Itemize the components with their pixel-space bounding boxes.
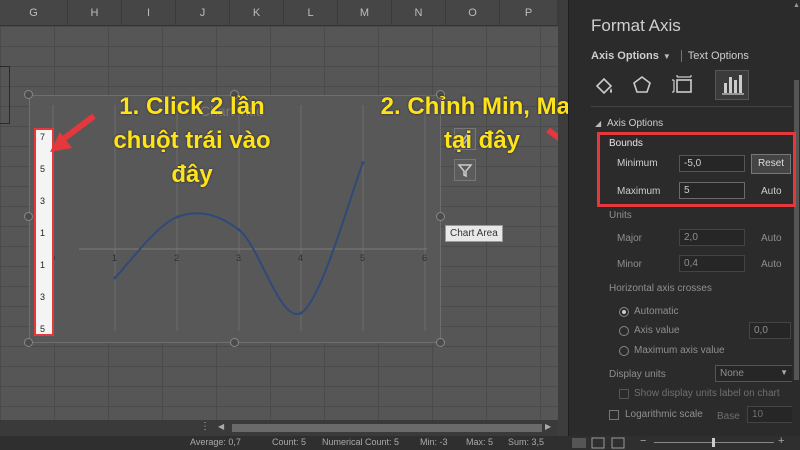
automatic-label[interactable]: Automatic: [634, 306, 678, 317]
major-label: Major: [617, 233, 643, 244]
pane-scrollbar[interactable]: ▲: [792, 0, 800, 436]
zoom-in-button[interactable]: +: [778, 435, 784, 447]
radio-maximum-axis-value[interactable]: [619, 346, 629, 356]
base-input[interactable]: 10: [747, 406, 793, 423]
tab-divider: [680, 50, 682, 63]
status-bar: Average: 0,7 Count: 5 Numerical Count: 5…: [0, 435, 800, 450]
pane-tabs: Axis Options ▼ Text Options: [591, 50, 749, 63]
scroll-right-arrow[interactable]: ▶: [545, 422, 551, 431]
annotation-line: 1. Click 2 lần: [119, 93, 265, 120]
scroll-left-arrow[interactable]: ◀: [218, 422, 224, 431]
split-handle[interactable]: ⋮: [200, 421, 210, 432]
display-units-value: None: [720, 368, 744, 379]
status-count: Count: 5: [272, 437, 307, 447]
logarithmic-scale-label[interactable]: Logarithmic scale: [625, 409, 703, 420]
logarithmic-scale-checkbox[interactable]: [609, 410, 619, 420]
fill-line-icon[interactable]: [591, 72, 617, 98]
axis-value-input[interactable]: 0,0: [749, 322, 791, 339]
axis-options-tab-active[interactable]: [715, 70, 749, 100]
bounds-highlight-box: [597, 132, 796, 207]
collapse-triangle-icon[interactable]: ◢: [595, 119, 601, 128]
minor-label: Minor: [617, 259, 643, 270]
status-average: Average: 0,7: [190, 437, 241, 447]
scroll-up-arrow[interactable]: ▲: [793, 2, 800, 9]
pentagon-effects-icon[interactable]: [629, 72, 655, 98]
show-units-label-text[interactable]: Show display units label on chart: [634, 388, 780, 399]
zoom-out-button[interactable]: −: [640, 435, 646, 447]
tab-text-options[interactable]: Text Options: [688, 50, 749, 62]
view-buttons: [572, 437, 625, 449]
status-min: Min: -3: [420, 437, 448, 447]
maximum-axis-value-label[interactable]: Maximum axis value: [634, 345, 725, 356]
minor-unit-input[interactable]: 0,4: [679, 255, 745, 272]
minor-auto-button[interactable]: Auto: [761, 259, 782, 270]
annotation-line: đây: [171, 161, 213, 188]
pane-title: Format Axis: [591, 16, 681, 35]
spreadsheet-area[interactable]: G H I J K L M N O P Chart Title 0123456 …: [0, 0, 558, 450]
major-auto-button[interactable]: Auto: [761, 233, 782, 244]
display-units-select[interactable]: None ▼: [715, 365, 793, 382]
size-properties-icon[interactable]: [671, 72, 697, 98]
units-header: Units: [609, 210, 632, 221]
zoom-slider-thumb[interactable]: [712, 438, 715, 447]
status-numerical-count: Numerical Count: 5: [322, 437, 400, 447]
annotation-arrows: [50, 113, 558, 152]
section-divider: [591, 106, 797, 107]
crosses-header: Horizontal axis crosses: [609, 283, 712, 294]
status-max: Max: 5: [466, 437, 494, 447]
radio-automatic[interactable]: [619, 307, 629, 317]
chevron-down-icon[interactable]: ▼: [663, 52, 671, 61]
display-units-label: Display units: [609, 369, 666, 380]
format-axis-pane[interactable]: Format Axis Axis Options ▼ Text Options ◢ …: [568, 0, 800, 436]
annotation-click-axis: 1. Click 2 lần chuột trái vào đây: [92, 90, 292, 192]
annotation-line: chuột trái vào: [113, 127, 271, 154]
page-layout-view-icon: [591, 437, 605, 449]
tab-axis-options[interactable]: Axis Options: [591, 50, 659, 62]
section-axis-options[interactable]: Axis Options: [607, 118, 663, 129]
radio-axis-value[interactable]: [619, 326, 629, 336]
horizontal-scrollbar[interactable]: ⋮ ◀ ▶: [0, 420, 558, 436]
page-break-view-icon: [611, 437, 625, 449]
status-sum: Sum: 3,5: [508, 437, 545, 447]
chevron-down-icon: ▼: [780, 368, 788, 377]
show-units-label-checkbox[interactable]: [619, 389, 629, 399]
left-arrow-shaft: [60, 113, 96, 143]
scroll-thumb[interactable]: [232, 424, 542, 432]
pane-scroll-thumb[interactable]: [794, 80, 799, 380]
base-label: Base: [717, 411, 740, 422]
bar-chart-icon: [722, 75, 744, 95]
axis-value-label[interactable]: Axis value: [634, 325, 680, 336]
major-unit-input[interactable]: 2,0: [679, 229, 745, 246]
normal-view-icon: [572, 438, 586, 448]
